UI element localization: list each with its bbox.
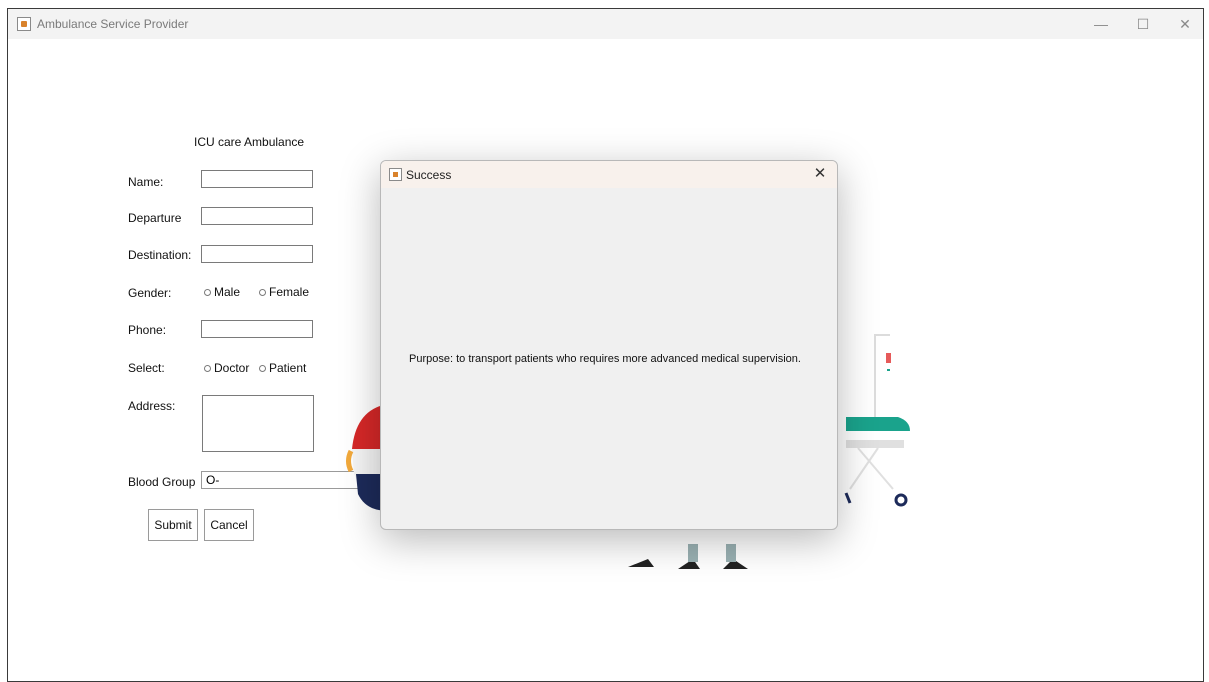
select-patient-label: Patient	[269, 361, 307, 375]
minimize-button[interactable]: —	[1081, 13, 1121, 35]
stretcher	[844, 417, 910, 507]
gender-female-label: Female	[269, 285, 310, 299]
close-button[interactable]: ✕	[1165, 13, 1205, 35]
gender-female-radio[interactable]: Female	[259, 285, 309, 299]
radio-circle-icon	[204, 364, 211, 372]
select-doctor-radio[interactable]: Doctor	[204, 361, 249, 375]
destination-label: Destination:	[128, 248, 192, 262]
phone-label: Phone:	[128, 323, 167, 337]
select-label: Select:	[128, 361, 165, 375]
form-heading: ICU care Ambulance	[194, 135, 305, 149]
blood-group-label: Blood Group	[128, 475, 196, 489]
phone-input[interactable]	[201, 320, 313, 338]
blood-group-value: O-	[206, 473, 220, 487]
radio-circle-icon	[259, 288, 266, 296]
java-app-icon	[17, 17, 31, 31]
gender-label: Gender:	[128, 286, 172, 300]
departure-label: Departure	[128, 211, 182, 225]
address-textarea[interactable]	[202, 395, 314, 452]
radio-circle-icon	[259, 364, 266, 372]
departure-input[interactable]	[201, 207, 313, 225]
iv-stand	[874, 334, 891, 419]
maximize-button[interactable]: ☐	[1123, 13, 1163, 35]
figure-feet	[628, 544, 748, 569]
name-label: Name:	[128, 175, 164, 189]
address-label: Address:	[128, 399, 176, 413]
submit-button[interactable]: Submit	[148, 509, 198, 541]
name-input[interactable]	[201, 170, 313, 188]
window-title: Ambulance Service Provider	[37, 17, 189, 31]
dialog-title-bar[interactable]: Success ✕	[381, 161, 837, 188]
radio-circle-icon	[204, 288, 211, 296]
java-app-icon	[389, 168, 402, 181]
select-doctor-label: Doctor	[214, 361, 250, 375]
destination-input[interactable]	[201, 245, 313, 263]
title-bar[interactable]: Ambulance Service Provider — ☐ ✕	[8, 9, 1203, 39]
success-dialog: Success ✕ Purpose: to transport patients…	[380, 160, 838, 530]
cancel-button[interactable]: Cancel	[204, 509, 254, 541]
dialog-message: Purpose: to transport patients who requi…	[409, 353, 801, 365]
gender-male-label: Male	[214, 285, 241, 299]
select-patient-radio[interactable]: Patient	[259, 361, 306, 375]
dialog-title: Success	[406, 168, 452, 182]
gender-male-radio[interactable]: Male	[204, 285, 240, 299]
dialog-close-button[interactable]: ✕	[811, 165, 829, 183]
